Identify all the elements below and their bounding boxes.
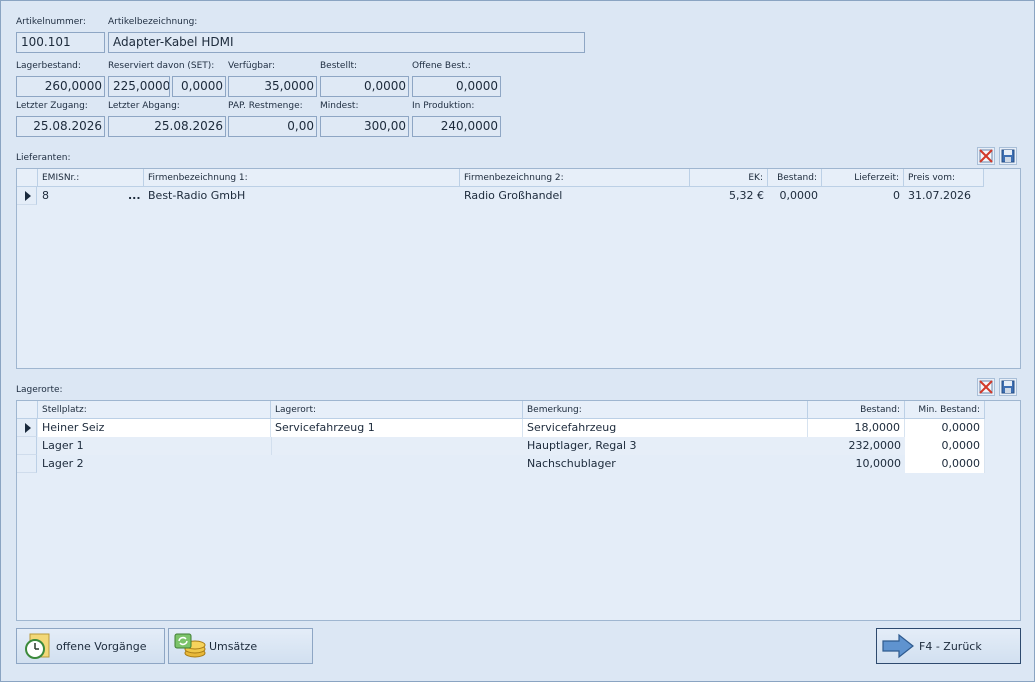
supplier-preis-vom: 31.07.2026 bbox=[908, 189, 971, 202]
suppliers-col-ek[interactable]: EK: bbox=[690, 169, 768, 187]
zugang-label: Letzter Zugang: bbox=[16, 101, 88, 111]
supplier-lieferzeit: 0 bbox=[893, 189, 900, 202]
suppliers-grid: EMISNr.: Firmenbezeichnung 1: Firmenbeze… bbox=[16, 168, 1021, 369]
reserviert-field[interactable]: 225,0000 bbox=[108, 76, 170, 97]
location-min[interactable]: 0,0000 bbox=[905, 419, 985, 437]
row-pointer-icon bbox=[25, 191, 31, 201]
reserviert-label: Reserviert davon (SET): bbox=[108, 61, 215, 71]
clock-icon bbox=[25, 633, 50, 659]
back-label: F4 - Zurück bbox=[919, 639, 982, 653]
produktion-label: In Produktion: bbox=[412, 101, 475, 111]
location-min[interactable]: 0,0000 bbox=[905, 455, 985, 473]
verfuegbar-label: Verfügbar: bbox=[228, 61, 276, 71]
lagerbestand-field[interactable]: 260,0000 bbox=[16, 76, 105, 97]
locations-header: Stellplatz: Lagerort: Bemerkung: Bestand… bbox=[17, 401, 1020, 419]
restmenge-field[interactable]: 0,00 bbox=[228, 116, 317, 137]
article-number-label: Artikelnummer: bbox=[16, 17, 86, 27]
save-icon bbox=[1001, 380, 1015, 394]
article-number-field[interactable]: 100.101 bbox=[16, 32, 105, 53]
sales-button[interactable]: Umsätze bbox=[168, 628, 313, 664]
abgang-field[interactable]: 25.08.2026 bbox=[108, 116, 226, 137]
row-selector[interactable] bbox=[17, 419, 37, 437]
bestellt-label: Bestellt: bbox=[320, 61, 358, 71]
location-stellplatz: Lager 2 bbox=[42, 457, 84, 470]
suppliers-col-preis[interactable]: Preis vom: bbox=[904, 169, 984, 187]
back-button[interactable]: F4 - Zurück bbox=[876, 628, 1021, 664]
location-lagerort: Servicefahrzeug 1 bbox=[271, 419, 523, 437]
offene-label: Offene Best.: bbox=[412, 61, 471, 71]
locations-col-lagerort[interactable]: Lagerort: bbox=[271, 401, 523, 419]
produktion-field[interactable]: 240,0000 bbox=[412, 116, 501, 137]
bestellt-field[interactable]: 0,0000 bbox=[320, 76, 409, 97]
supplier-lookup-button[interactable]: ... bbox=[124, 187, 144, 205]
article-name-label: Artikelbezeichnung: bbox=[108, 17, 198, 27]
row-selector[interactable] bbox=[17, 437, 37, 455]
location-bestand: 10,0000 bbox=[855, 457, 902, 470]
location-bemerkung: Servicefahrzeug bbox=[523, 419, 808, 437]
suppliers-col-firma2[interactable]: Firmenbezeichnung 2: bbox=[460, 169, 690, 187]
open-processes-label: offene Vorgänge bbox=[56, 639, 147, 653]
suppliers-col-emis[interactable]: EMISNr.: bbox=[38, 169, 144, 187]
article-name-field[interactable]: Adapter-Kabel HDMI bbox=[108, 32, 585, 53]
offene-field[interactable]: 0,0000 bbox=[412, 76, 501, 97]
supplier-delete-button[interactable] bbox=[977, 147, 995, 165]
location-stellplatz: Heiner Seiz bbox=[38, 419, 271, 437]
save-icon bbox=[1001, 149, 1015, 163]
reserviert-set-field[interactable]: 0,0000 bbox=[172, 76, 226, 97]
location-bestand: 18,0000 bbox=[808, 419, 905, 437]
suppliers-col-firma1[interactable]: Firmenbezeichnung 1: bbox=[144, 169, 460, 187]
suppliers-header: EMISNr.: Firmenbezeichnung 1: Firmenbeze… bbox=[17, 169, 1020, 187]
location-save-button[interactable] bbox=[999, 378, 1017, 396]
article-stock-window: Artikelnummer: 100.101 Artikelbezeichnun… bbox=[0, 0, 1035, 682]
suppliers-title: Lieferanten: bbox=[16, 153, 71, 163]
restmenge-label: PAP. Restmenge: bbox=[228, 101, 303, 111]
locations-header-selector bbox=[17, 401, 38, 419]
supplier-bestand: 0,0000 bbox=[779, 189, 819, 202]
arrow-right-icon bbox=[882, 633, 914, 659]
suppliers-col-lieferzeit[interactable]: Lieferzeit: bbox=[822, 169, 904, 187]
location-lagerort bbox=[271, 455, 523, 473]
location-delete-button[interactable] bbox=[977, 378, 995, 396]
zugang-field[interactable]: 25.08.2026 bbox=[16, 116, 105, 137]
locations-col-min[interactable]: Min. Bestand: bbox=[905, 401, 985, 419]
mindest-label: Mindest: bbox=[320, 101, 359, 111]
supplier-firma1: Best-Radio GmbH bbox=[148, 189, 246, 202]
locations-title: Lagerorte: bbox=[16, 385, 63, 395]
suppliers-col-bestand[interactable]: Bestand: bbox=[768, 169, 822, 187]
location-bestand: 232,0000 bbox=[808, 437, 905, 455]
location-lagerort bbox=[271, 437, 523, 455]
supplier-firma2: Radio Großhandel bbox=[464, 189, 563, 202]
row-selector[interactable] bbox=[17, 187, 37, 205]
locations-col-bestand[interactable]: Bestand: bbox=[808, 401, 905, 419]
location-min[interactable]: 0,0000 bbox=[905, 437, 985, 455]
supplier-ek: 5,32 € bbox=[729, 189, 764, 202]
location-stellplatz: Lager 1 bbox=[38, 437, 271, 455]
coins-icon bbox=[174, 633, 206, 658]
lagerbestand-label: Lagerbestand: bbox=[16, 61, 81, 71]
row-selector[interactable] bbox=[17, 455, 37, 473]
open-processes-button[interactable]: offene Vorgänge bbox=[16, 628, 165, 664]
locations-grid: Stellplatz: Lagerort: Bemerkung: Bestand… bbox=[16, 400, 1021, 621]
supplier-emis: 8 bbox=[42, 189, 49, 202]
row-pointer-icon bbox=[25, 423, 31, 433]
supplier-save-button[interactable] bbox=[999, 147, 1017, 165]
locations-col-bemerkung[interactable]: Bemerkung: bbox=[523, 401, 808, 419]
delete-icon bbox=[979, 149, 993, 163]
location-bemerkung: Nachschublager bbox=[527, 457, 616, 470]
locations-col-stellplatz[interactable]: Stellplatz: bbox=[38, 401, 271, 419]
mindest-field[interactable]: 300,00 bbox=[320, 116, 409, 137]
suppliers-header-selector bbox=[17, 169, 38, 187]
delete-icon bbox=[979, 380, 993, 394]
abgang-label: Letzter Abgang: bbox=[108, 101, 180, 111]
verfuegbar-field[interactable]: 35,0000 bbox=[228, 76, 317, 97]
location-bemerkung: Hauptlager, Regal 3 bbox=[523, 437, 808, 455]
sales-label: Umsätze bbox=[209, 639, 258, 653]
